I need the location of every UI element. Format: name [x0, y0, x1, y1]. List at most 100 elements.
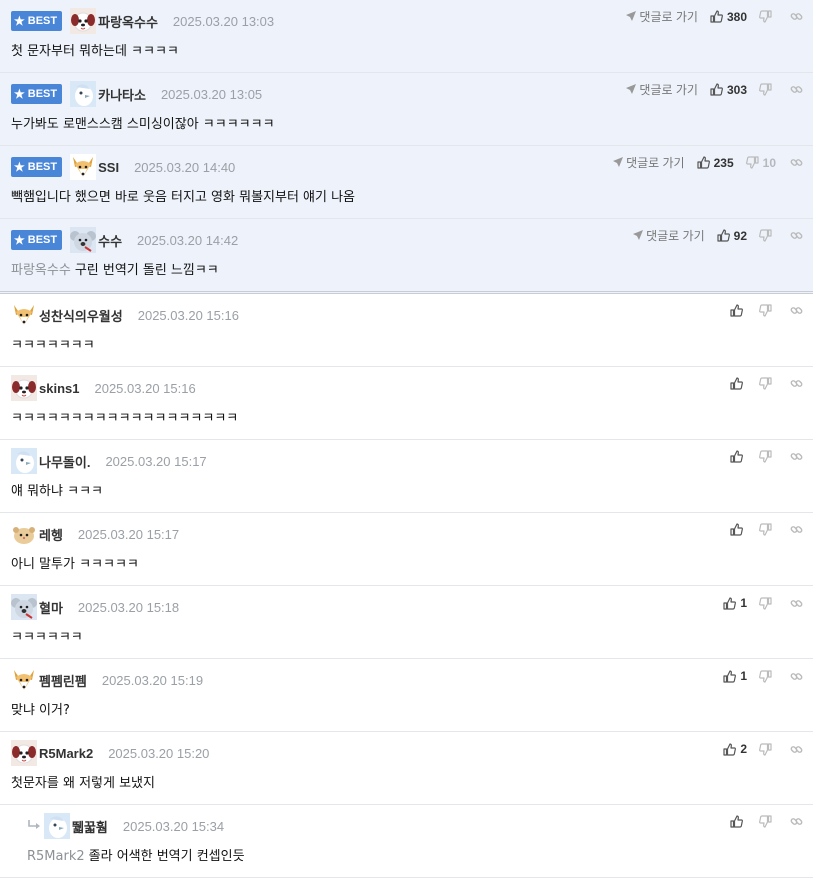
goto-comment-link[interactable]: 댓글로 가기: [633, 227, 705, 244]
link-icon: [790, 377, 803, 390]
nickname[interactable]: 수수: [98, 231, 122, 250]
copy-link-button[interactable]: [790, 304, 803, 317]
dislike-button[interactable]: [759, 450, 776, 463]
goto-comment-link[interactable]: 댓글로 가기: [626, 81, 698, 98]
avatar[interactable]: [70, 154, 97, 180]
dislike-count: 10: [762, 155, 776, 170]
nickname[interactable]: skins1: [39, 381, 79, 396]
copy-link-button[interactable]: [790, 83, 803, 96]
thumbs-up-icon: [730, 815, 743, 828]
avatar[interactable]: [70, 81, 97, 107]
nickname[interactable]: 나무돌이.: [39, 452, 90, 471]
comment-body: 빽햄입니다 했으면 바로 웃음 터지고 영화 뭐볼지부터 얘기 나옴: [11, 186, 355, 205]
copy-link-button[interactable]: [790, 743, 803, 756]
goto-comment-link[interactable]: 댓글로 가기: [613, 154, 685, 171]
reply-comment: 뛟꿃훰 2025.03.20 15:34 R5Mark2 졸라 어색한 번역기 컨셉인…: [0, 805, 813, 878]
copy-link-button[interactable]: [790, 523, 803, 536]
comment-body: 첫문자를 왜 저렇게 보냈지: [11, 772, 155, 791]
like-button[interactable]: 1: [723, 669, 747, 683]
like-button[interactable]: [730, 377, 747, 390]
avatar[interactable]: [70, 8, 97, 34]
best-badge: ★ BEST: [11, 84, 63, 104]
comment-body: 파랑옥수수 구린 번역기 돌린 느낌ㅋㅋ: [11, 259, 219, 278]
timestamp: 2025.03.20 14:42: [137, 232, 239, 248]
dislike-button[interactable]: 10: [745, 155, 776, 170]
best-label: BEST: [27, 234, 58, 246]
like-button[interactable]: [730, 815, 747, 828]
like-count: 1: [740, 669, 747, 683]
comment: 성찬식의우월성 2025.03.20 15:16 ㅋㅋㅋㅋㅋㅋㅋ: [0, 294, 813, 367]
thumbs-down-icon: [759, 304, 772, 317]
reply-target[interactable]: R5Mark2: [27, 849, 85, 864]
timestamp: 2025.03.20 15:34: [122, 818, 225, 834]
copy-link-button[interactable]: [790, 229, 803, 242]
comment-body: ㅋㅋㅋㅋㅋㅋ: [11, 626, 83, 645]
dislike-button[interactable]: [759, 229, 776, 242]
copy-link-button[interactable]: [790, 156, 803, 169]
dislike-button[interactable]: [759, 304, 776, 317]
comment-text: 맞냐 이거?: [11, 703, 70, 718]
avatar[interactable]: [11, 667, 37, 693]
comment-actions: [730, 815, 803, 828]
thumbs-up-icon: [730, 377, 743, 390]
like-button[interactable]: 303: [710, 83, 747, 97]
nickname[interactable]: 카나타소: [98, 85, 146, 104]
dislike-button[interactable]: [759, 596, 776, 610]
copy-link-button[interactable]: [790, 10, 803, 23]
like-button[interactable]: [730, 450, 747, 463]
copy-link-button[interactable]: [790, 377, 803, 390]
nickname[interactable]: 혈마: [39, 598, 63, 617]
thumbs-down-icon: [759, 742, 772, 756]
nickname[interactable]: 파랑옥수수: [98, 12, 158, 31]
send-arrow-icon: [613, 156, 626, 170]
comment-body: ㅋㅋㅋㅋㅋㅋㅋ: [11, 334, 95, 353]
nickname[interactable]: 성찬식의우월성: [39, 306, 123, 325]
avatar[interactable]: [11, 594, 37, 620]
like-button[interactable]: 92: [717, 229, 747, 243]
timestamp: 2025.03.20 15:17: [105, 453, 207, 469]
link-icon: [790, 10, 803, 23]
thumbs-down-icon: [759, 83, 772, 96]
comment-text: 구린 번역기 돌린 느낌ㅋㅋ: [74, 263, 219, 278]
dislike-button[interactable]: [759, 10, 776, 23]
copy-link-button[interactable]: [790, 597, 803, 610]
star-icon: ★: [14, 14, 25, 28]
dislike-button[interactable]: [759, 523, 776, 536]
avatar[interactable]: [11, 448, 37, 474]
nickname[interactable]: 뛟꿃훰: [72, 817, 108, 836]
reply-target[interactable]: 파랑옥수수: [11, 263, 71, 278]
avatar[interactable]: [44, 813, 70, 839]
link-icon: [790, 229, 803, 242]
like-button[interactable]: 380: [710, 10, 747, 24]
avatar[interactable]: [11, 740, 37, 766]
like-button[interactable]: 1: [723, 596, 747, 610]
nickname[interactable]: SSI: [98, 160, 119, 175]
copy-link-button[interactable]: [790, 815, 803, 828]
dislike-button[interactable]: [759, 377, 776, 390]
copy-link-button[interactable]: [790, 450, 803, 463]
nickname[interactable]: 레헹: [39, 525, 63, 544]
thumbs-up-icon: [717, 229, 730, 242]
like-button[interactable]: 2: [723, 742, 747, 756]
comment-header: 성찬식의우월성 2025.03.20 15:16: [11, 302, 813, 328]
like-button[interactable]: [730, 304, 747, 317]
avatar[interactable]: [70, 227, 97, 253]
avatar[interactable]: [11, 521, 37, 547]
avatar[interactable]: [11, 302, 37, 328]
goto-comment-link[interactable]: 댓글로 가기: [626, 8, 698, 25]
comment: R5Mark2 2025.03.20 15:20 첫문자를 왜 저렇게 보냈지 2: [0, 732, 813, 805]
comment-text: 얘 뭐하냐 ㅋㅋㅋ: [11, 484, 103, 499]
dislike-button[interactable]: [759, 83, 776, 96]
nickname[interactable]: 펨펨린펨: [39, 671, 87, 690]
dislike-button[interactable]: [759, 669, 776, 683]
dislike-button[interactable]: [759, 815, 776, 828]
dislike-button[interactable]: [759, 742, 776, 756]
comment-actions: 댓글로 가기 235 10: [613, 154, 803, 171]
avatar[interactable]: [11, 375, 37, 401]
copy-link-button[interactable]: [790, 670, 803, 683]
comment-text: 졸라 어색한 번역기 컨셉인듯: [88, 849, 245, 864]
like-count: 303: [726, 82, 747, 97]
like-button[interactable]: [730, 523, 747, 536]
like-button[interactable]: 235: [697, 156, 734, 170]
nickname[interactable]: R5Mark2: [39, 746, 93, 761]
